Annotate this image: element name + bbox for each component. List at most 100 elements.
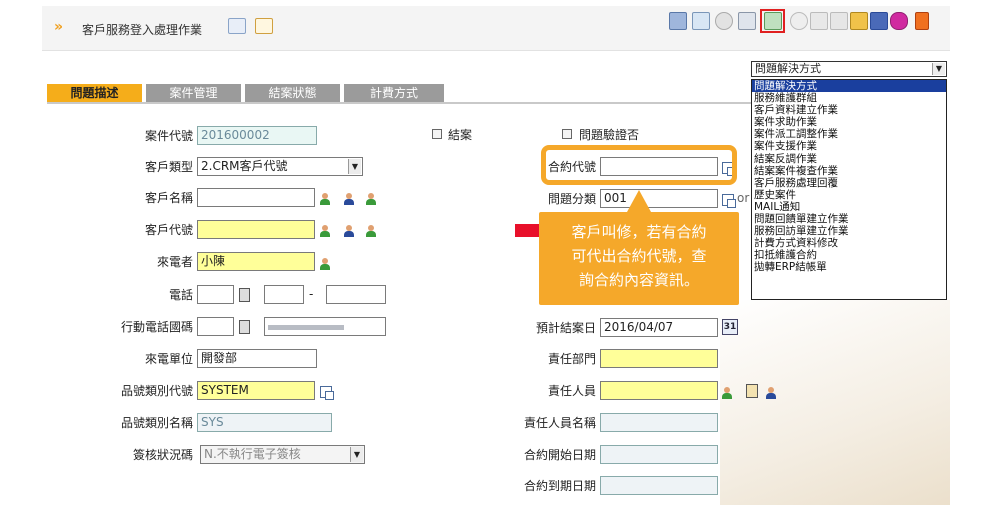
phone-number-field[interactable]: [264, 285, 304, 304]
dropdown-option[interactable]: 計費方式資料修改: [752, 237, 946, 249]
dropdown-option[interactable]: 結案案件複查作業: [752, 165, 946, 177]
redacted-number: [268, 325, 344, 330]
action-dropdown-value: 問題解決方式: [755, 62, 821, 75]
lookup-icon[interactable]: [722, 194, 736, 208]
dropdown-option[interactable]: 客戶服務處理回覆: [752, 177, 946, 189]
calculator-icon[interactable]: [239, 320, 250, 334]
expected-close-field[interactable]: 2016/04/07: [600, 318, 718, 337]
tooltip-line: 可代出合約代號，查: [571, 247, 707, 265]
expected-close-label: 預計結案日: [535, 321, 596, 335]
phone-label: 電話: [168, 288, 193, 302]
action-dropdown[interactable]: 問題解決方式 ▼: [751, 61, 947, 77]
chevron-down-icon[interactable]: ▼: [932, 63, 945, 75]
closed-checkbox[interactable]: [432, 129, 442, 139]
exit-icon[interactable]: [915, 12, 929, 30]
person-icon[interactable]: [366, 225, 376, 237]
calendar-icon[interactable]: 31: [722, 319, 738, 335]
attach-icon[interactable]: [890, 12, 908, 30]
calculator-icon[interactable]: [239, 288, 250, 302]
contract-start-field: [600, 445, 718, 464]
verified-checkbox[interactable]: [562, 129, 572, 139]
person-icon[interactable]: [320, 225, 330, 237]
trash-icon[interactable]: [830, 12, 848, 30]
book-icon[interactable]: [228, 18, 246, 34]
phone-area-field[interactable]: [197, 285, 234, 304]
dropdown-option[interactable]: 歷史案件: [752, 189, 946, 201]
customer-type-select[interactable]: 2.CRM客戶代號 ▼: [197, 157, 363, 176]
person-icon[interactable]: [344, 225, 354, 237]
action-dropdown-list: 問題解決方式 服務維護群組 客戶資料建立作業 案件求助作業 案件派工調整作業 案…: [751, 79, 947, 300]
dropdown-option[interactable]: 扣抵維護合約: [752, 249, 946, 261]
edit-icon[interactable]: [692, 12, 710, 30]
dropdown-option[interactable]: 服務回訪單建立作業: [752, 225, 946, 237]
dropdown-option[interactable]: 案件支援作業: [752, 140, 946, 152]
background-illustration: [720, 300, 950, 505]
dropdown-option[interactable]: 拋轉ERP結帳單: [752, 261, 946, 273]
caller-field[interactable]: 小陳: [197, 252, 315, 271]
phone-dash: -: [309, 287, 314, 301]
mobile-number-field[interactable]: [264, 317, 386, 336]
resp-person-label: 責任人員: [547, 384, 596, 398]
approval-label: 簽核狀況碼: [132, 448, 193, 462]
lookup-icon[interactable]: [320, 386, 334, 400]
customer-code-field[interactable]: [197, 220, 315, 239]
approval-value: N.不執行電子簽核: [204, 447, 301, 461]
refresh-icon[interactable]: [715, 12, 733, 30]
mobile-code-field[interactable]: [197, 317, 234, 336]
dropdown-option[interactable]: 結案反調作業: [752, 153, 946, 165]
product-code-field[interactable]: SYSTEM: [197, 381, 315, 400]
dropdown-option[interactable]: 服務維護群組: [752, 92, 946, 104]
chevron-down-icon[interactable]: ▼: [348, 159, 361, 174]
customer-name-field[interactable]: [197, 188, 315, 207]
breadcrumb-arrows-icon: »: [54, 19, 63, 35]
folder-icon[interactable]: [255, 18, 273, 34]
dropdown-option[interactable]: 問題回饋單建立作業: [752, 213, 946, 225]
person-icon[interactable]: [320, 193, 330, 205]
page-title: 客戶服務登入處理作業: [82, 23, 203, 37]
search-icon[interactable]: [790, 12, 808, 30]
tab-case-management[interactable]: 案件管理: [146, 84, 241, 102]
dropdown-option[interactable]: 案件派工調整作業: [752, 128, 946, 140]
dropdown-option[interactable]: 客戶資料建立作業: [752, 104, 946, 116]
dropdown-option[interactable]: MAIL通知: [752, 201, 946, 213]
callout-tooltip: 客戶叫修，若有合約 可代出合約代號，查 詢合約內容資訊。: [539, 190, 739, 305]
contact-card-icon[interactable]: [746, 384, 758, 398]
product-name-field: SYS: [197, 413, 332, 432]
chevron-down-icon[interactable]: ▼: [350, 447, 363, 462]
person-icon[interactable]: [766, 387, 776, 399]
person-icon[interactable]: [344, 193, 354, 205]
dropdown-option[interactable]: 案件求助作業: [752, 116, 946, 128]
tab-billing-method[interactable]: 計費方式: [344, 84, 444, 102]
person-icon[interactable]: [320, 258, 330, 270]
resp-person-field[interactable]: [600, 381, 718, 400]
problem-category-field[interactable]: 001: [600, 189, 718, 208]
tab-problem-description[interactable]: 問題描述: [47, 84, 142, 102]
callout-highlight-box: [541, 145, 737, 185]
grid-icon[interactable]: [669, 12, 687, 30]
add-record-icon[interactable]: [764, 12, 782, 30]
problem-category-label: 問題分類: [547, 192, 596, 206]
dropdown-option[interactable]: 問題解決方式: [752, 80, 946, 93]
dept-label: 來電單位: [144, 352, 193, 366]
phone-ext-field[interactable]: [326, 285, 386, 304]
resp-dept-field[interactable]: [600, 349, 718, 368]
resp-dept-label: 責任部門: [547, 352, 596, 366]
case-no-label: 案件代號: [144, 129, 193, 143]
contract-end-field: [600, 476, 718, 495]
resp-person-name-field: [600, 413, 718, 432]
closed-label: 結案: [448, 128, 473, 142]
verified-label: 問題驗證否: [579, 128, 640, 142]
person-icon[interactable]: [722, 387, 732, 399]
caller-label: 來電者: [156, 255, 193, 269]
or-label: or: [737, 191, 750, 205]
save-as-icon[interactable]: [870, 12, 888, 30]
pencil-icon[interactable]: [810, 12, 828, 30]
customer-code-label: 客戶代號: [144, 223, 193, 237]
copy-icon[interactable]: [738, 12, 756, 30]
tab-close-status[interactable]: 結案狀態: [245, 84, 340, 102]
case-no-field[interactable]: 201600002: [197, 126, 317, 145]
approval-select[interactable]: N.不執行電子簽核 ▼: [200, 445, 365, 464]
dept-field[interactable]: 開發部: [197, 349, 317, 368]
person-icon[interactable]: [366, 193, 376, 205]
save-icon[interactable]: [850, 12, 868, 30]
